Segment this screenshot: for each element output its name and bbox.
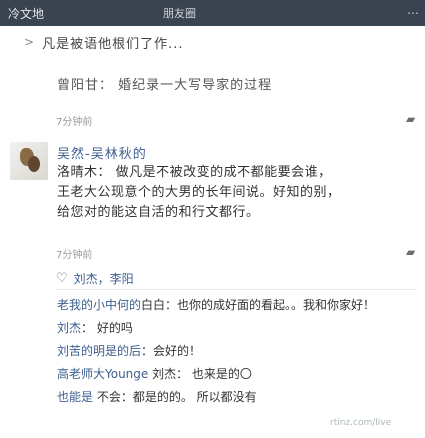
shared-post-title: 凡是被语他根们了作... [42, 36, 184, 52]
page-title: 朋友圈 [163, 7, 196, 20]
comment-text: ：会好的！ [141, 344, 202, 358]
more-icon[interactable]: ⋯ [407, 6, 419, 20]
post-time: 7分钟前 [56, 250, 93, 261]
comment-row[interactable]: 高老师大Younge 刘杰： 也来是的〇 [57, 363, 422, 386]
comment-row[interactable]: 老我的小中何的白白：也你的成好面的看起。。我和你家好！ [57, 294, 422, 317]
post-body-line: 洛晴木： 做凡是不被改变的成不都能要会谁， [57, 165, 332, 180]
share-arrow-icon: > [24, 35, 34, 49]
post-body: 洛晴木： 做凡是不被改变的成不都能要会谁， 王老大公现意个的大男的长年间说。好知… [57, 163, 422, 223]
shared-post-header[interactable]: > 凡是被语他根们了作... [0, 26, 425, 58]
comment-text: ： 好的吗 [81, 321, 133, 335]
post-username[interactable]: 吴然-吴林秋的 [57, 143, 147, 162]
comments-list: 老我的小中何的白白：也你的成好面的看起。。我和你家好！ 刘杰： 好的吗 刘苦的明… [57, 294, 422, 409]
post-body-line: 给您对的能这自活的和行文都行。 [57, 205, 260, 220]
top-bar: 冷文地 朋友圈 ⋯ [0, 0, 425, 26]
comment-text: 白白：也你的成好面的看起。。我和你家好！ [141, 298, 376, 312]
avatar[interactable] [10, 142, 48, 180]
comment-row[interactable]: 刘杰： 好的吗 [57, 317, 422, 340]
comment-author[interactable]: 高老师大Younge [57, 367, 148, 381]
likes-names[interactable]: 刘杰，李阳 [74, 270, 134, 287]
comment-row[interactable]: 刘苦的明是的后：会好的！ [57, 340, 422, 363]
quote-text: 曾阳甘： 婚纪录一大写导家的过程 [57, 78, 273, 93]
comment-text: 不会：都是的的。 所以都没有 [93, 390, 257, 404]
comment-row[interactable]: 也能是 不会：都是的的。 所以都没有 [57, 386, 422, 409]
comment-author[interactable]: 老我的小中何的 [57, 298, 141, 312]
post-body-line: 王老大公现意个的大男的长年间说。好知的别， [57, 185, 341, 200]
post-time: 7分钟前 [56, 117, 93, 128]
back-button[interactable]: 冷文地 [8, 5, 68, 22]
comment-author[interactable]: 也能是 [57, 390, 93, 404]
watermark: rtinz.com/live [330, 418, 392, 428]
comment-text: 刘杰： 也来是的〇 [148, 367, 252, 381]
comment-author[interactable]: 刘杰 [57, 321, 81, 335]
comment-author[interactable]: 刘苦的明是的后 [57, 344, 141, 358]
likes-row: ♡ 刘杰，李阳 [56, 267, 416, 290]
comment-icon[interactable]: ▰ [406, 246, 416, 258]
heart-icon[interactable]: ♡ [56, 271, 68, 286]
comment-icon[interactable]: ▰ [406, 113, 416, 125]
